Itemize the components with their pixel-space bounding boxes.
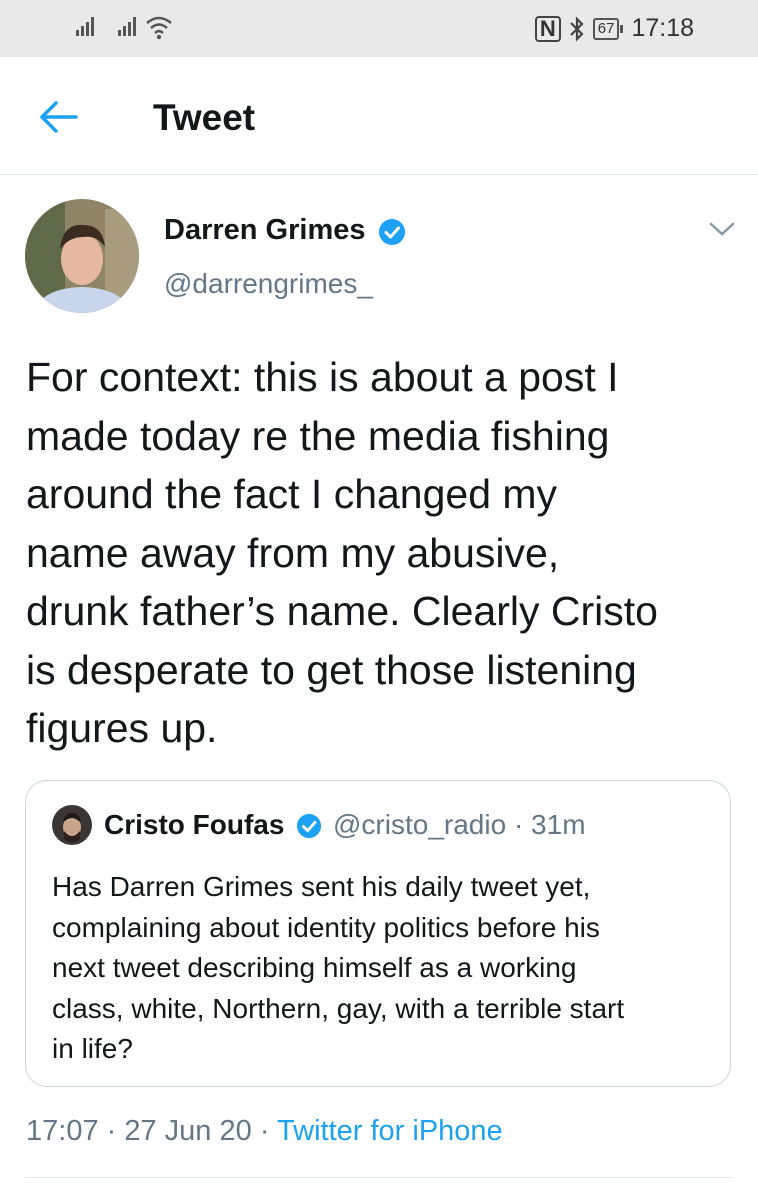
battery-level: 67 [592,17,620,40]
quoted-avatar [52,805,92,845]
nfc-icon: N [534,15,561,42]
avatar[interactable] [25,199,139,313]
page-title: Tweet [153,97,256,138]
separator-dot: · [106,1115,125,1147]
quoted-author-name: Cristo Foufas [104,809,285,840]
cell-signal-icon [76,17,94,36]
wifi-icon [146,16,172,40]
arrow-left-icon[interactable] [36,97,82,137]
tweet-text: For context: this is about a post I made… [26,354,658,751]
tweet-source-link[interactable]: Twitter for iPhone [277,1115,503,1147]
quoted-author-handle: @cristo_radio [333,809,507,840]
author-name[interactable]: Darren Grimes [164,214,366,247]
divider [25,1177,733,1178]
author-handle[interactable]: @darrengrimes_ [164,268,373,300]
separator-dot: · [513,809,532,840]
bluetooth-icon [569,15,584,42]
battery-icon: 67 [592,17,624,40]
tweet-time: 17:07 [26,1115,99,1147]
quoted-tweet[interactable]: Cristo Foufas @cristo_radio · 31m Has Da… [25,780,731,1087]
status-bar: N 67 17:18 [0,0,758,57]
status-clock: 17:18 [631,14,694,42]
top-app-bar: Tweet [0,57,758,175]
separator-dot: · [259,1115,278,1147]
tweet-date: 27 Jun 20 [124,1115,252,1147]
verified-badge-icon [379,219,405,245]
quoted-meta: @cristo_radio · 31m [333,809,586,841]
quoted-age: 31m [531,809,586,840]
quoted-text: Has Darren Grimes sent his daily tweet y… [52,871,625,1064]
cell-signal-icon-2 [118,17,136,36]
verified-badge-icon [296,813,322,839]
chevron-down-icon[interactable] [708,220,736,238]
tweet-meta: 17:07 · 27 Jun 20 · Twitter for iPhone [26,1115,503,1148]
